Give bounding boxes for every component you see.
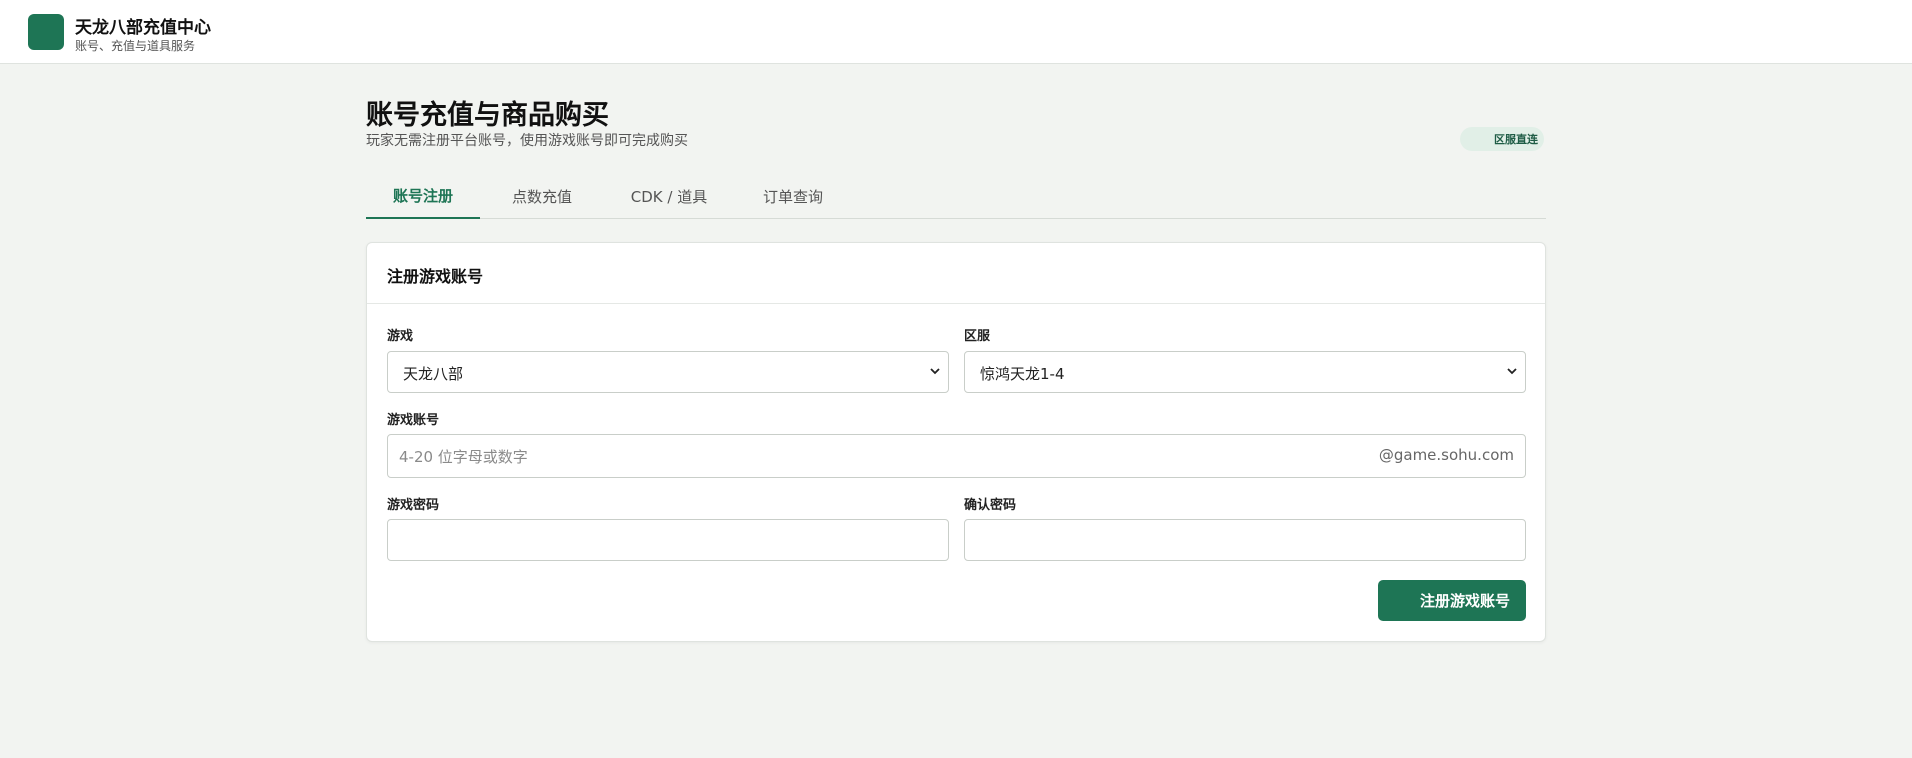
tab-bar: 账号注册 点数充值 CDK / 道具 订单查询 <box>366 174 1546 219</box>
tab-order-query[interactable]: 订单查询 <box>734 174 852 219</box>
chevron-down-icon <box>1507 368 1517 375</box>
account-label: 游戏账号 <box>387 413 440 428</box>
account-placeholder: 4-20 位字母或数字 <box>399 448 528 466</box>
confirm-password-input[interactable] <box>964 519 1526 561</box>
server-select-value: 惊鸿天龙1-4 <box>980 365 1065 383</box>
card-header: 注册游戏账号 <box>367 243 1545 304</box>
page-title: 账号充值与商品购买 <box>366 100 609 131</box>
account-suffix: @game.sohu.com <box>1378 446 1514 464</box>
brand-logo <box>28 14 64 50</box>
main-container: 账号充值与商品购买 玩家无需注册平台账号，使用游戏账号即可完成购买 区服直连 账… <box>366 64 1546 758</box>
game-select[interactable]: 天龙八部 <box>387 351 949 393</box>
tab-cdk-items[interactable]: CDK / 道具 <box>604 174 734 219</box>
brand-title: 天龙八部充值中心 <box>75 18 211 38</box>
chevron-down-icon <box>930 368 940 375</box>
server-label: 区服 <box>964 329 991 344</box>
server-select[interactable]: 惊鸿天龙1-4 <box>964 351 1526 393</box>
password-label: 游戏密码 <box>387 498 440 513</box>
confirm-password-label: 确认密码 <box>964 498 1017 513</box>
register-card: 注册游戏账号 游戏 天龙八部 区服 惊鸿天龙1-4 游戏账号 4-20 位字母或… <box>366 242 1546 642</box>
account-input[interactable]: 4-20 位字母或数字 @game.sohu.com <box>387 434 1526 478</box>
status-badge: 区服直连 <box>1460 127 1544 151</box>
tab-recharge[interactable]: 点数充值 <box>480 174 604 219</box>
top-bar: 天龙八部充值中心 账号、充值与道具服务 <box>0 0 1912 64</box>
register-submit-button[interactable]: 注册游戏账号 <box>1378 580 1526 621</box>
tab-register[interactable]: 账号注册 <box>366 174 480 219</box>
game-select-value: 天龙八部 <box>403 365 464 383</box>
game-label: 游戏 <box>387 329 414 344</box>
page-subtitle: 玩家无需注册平台账号，使用游戏账号即可完成购买 <box>366 133 688 149</box>
brand-subtitle: 账号、充值与道具服务 <box>75 39 196 53</box>
card-title: 注册游戏账号 <box>387 267 484 286</box>
password-input[interactable] <box>387 519 949 561</box>
